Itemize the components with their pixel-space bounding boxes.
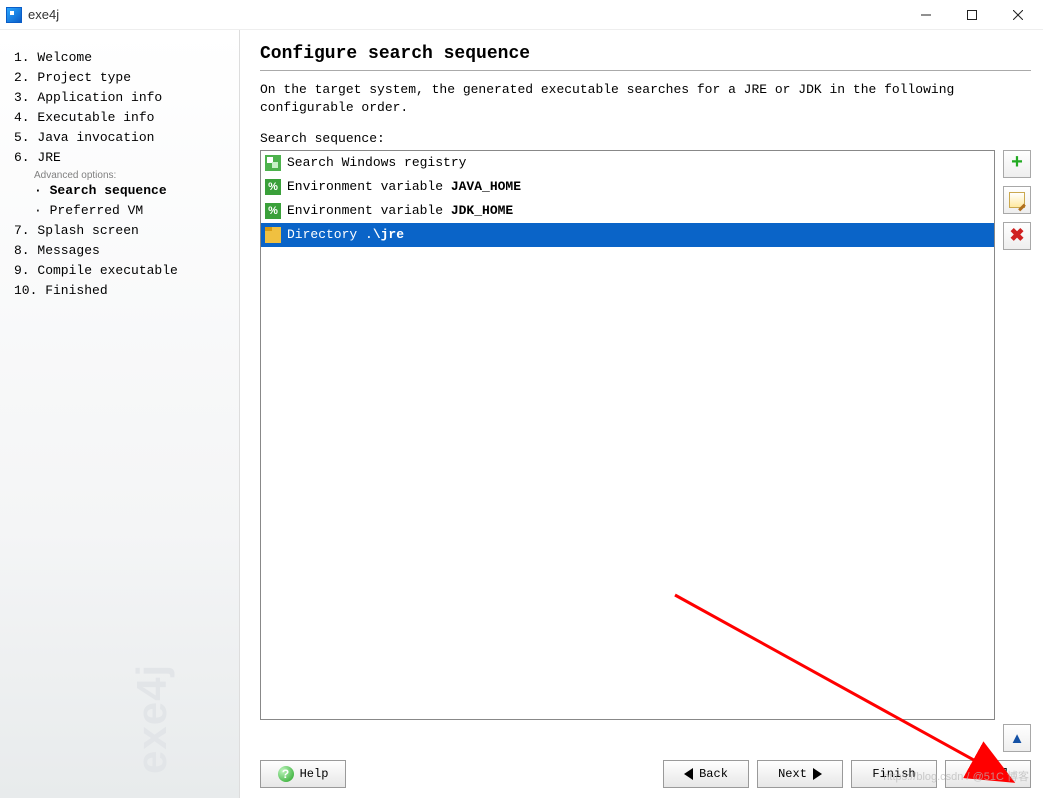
next-label: Next: [778, 767, 807, 781]
sidebar-item-welcome[interactable]: 1. Welcome: [14, 48, 229, 68]
sidebar-item-project-type[interactable]: 2. Project type: [14, 68, 229, 88]
move-up-button[interactable]: ▲: [1003, 724, 1031, 752]
image-watermark: https://blog.csdn / @51C 博客: [883, 768, 1029, 784]
page-description: On the target system, the generated exec…: [260, 81, 1031, 117]
list-item-label: Environment variable JDK_HOME: [287, 201, 513, 221]
plus-icon: +: [1011, 154, 1023, 174]
help-button[interactable]: ? Help: [260, 760, 346, 788]
sidebar-item-executable-info[interactable]: 4. Executable info: [14, 108, 229, 128]
sidebar: 1. Welcome 2. Project type 3. Applicatio…: [0, 30, 240, 798]
sidebar-watermark: exe4j: [128, 664, 176, 774]
pencil-icon: [1009, 192, 1025, 208]
window-controls: [903, 0, 1041, 30]
cross-icon: ✖: [1009, 225, 1024, 247]
list-item[interactable]: % Environment variable JDK_HOME: [261, 199, 994, 223]
list-item[interactable]: Directory .\jre: [261, 223, 994, 247]
help-icon: ?: [278, 766, 294, 782]
list-item[interactable]: Search Windows registry: [261, 151, 994, 175]
sequence-label: Search sequence:: [260, 131, 1031, 146]
list-item-label: Search Windows registry: [287, 153, 466, 173]
sidebar-item-search-sequence[interactable]: Search sequence: [34, 181, 229, 201]
sidebar-item-jre[interactable]: 6. JRE: [14, 148, 229, 168]
sidebar-item-finished[interactable]: 10. Finished: [14, 281, 229, 301]
search-sequence-list[interactable]: Search Windows registry% Environment vari…: [260, 150, 995, 720]
triangle-left-icon: [684, 768, 693, 780]
heading-separator: [260, 70, 1031, 71]
minimize-button[interactable]: [903, 0, 949, 30]
help-label: Help: [300, 767, 329, 781]
sidebar-item-splash-screen[interactable]: 7. Splash screen: [14, 221, 229, 241]
list-item-label: Environment variable JAVA_HOME: [287, 177, 521, 197]
list-side-buttons: + ✖ ▲ ▼: [1003, 150, 1031, 788]
list-item-label: Directory .\jre: [287, 225, 404, 245]
close-button[interactable]: [995, 0, 1041, 30]
remove-button[interactable]: ✖: [1003, 222, 1031, 250]
list-item[interactable]: % Environment variable JAVA_HOME: [261, 175, 994, 199]
titlebar: exe4j: [0, 0, 1043, 30]
page-heading: Configure search sequence: [260, 44, 1031, 64]
maximize-button[interactable]: [949, 0, 995, 30]
back-label: Back: [699, 767, 728, 781]
chevron-up-icon: ▲: [1010, 730, 1025, 747]
sidebar-item-messages[interactable]: 8. Messages: [14, 241, 229, 261]
triangle-right-icon: [813, 768, 822, 780]
sidebar-item-java-invocation[interactable]: 5. Java invocation: [14, 128, 229, 148]
sidebar-item-compile-executable[interactable]: 9. Compile executable: [14, 261, 229, 281]
content-pane: Configure search sequence On the target …: [240, 30, 1043, 798]
back-button[interactable]: Back: [663, 760, 749, 788]
reg-icon: [265, 155, 281, 171]
sidebar-item-preferred-vm[interactable]: Preferred VM: [34, 201, 229, 221]
sidebar-item-application-info[interactable]: 3. Application info: [14, 88, 229, 108]
window-title: exe4j: [28, 7, 59, 22]
app-icon: [6, 7, 22, 23]
sidebar-advanced-label: Advanced options:: [34, 170, 229, 181]
edit-button[interactable]: [1003, 186, 1031, 214]
next-button[interactable]: Next: [757, 760, 843, 788]
env-icon: %: [265, 203, 281, 219]
dir-icon: [265, 227, 281, 243]
add-button[interactable]: +: [1003, 150, 1031, 178]
env-icon: %: [265, 179, 281, 195]
